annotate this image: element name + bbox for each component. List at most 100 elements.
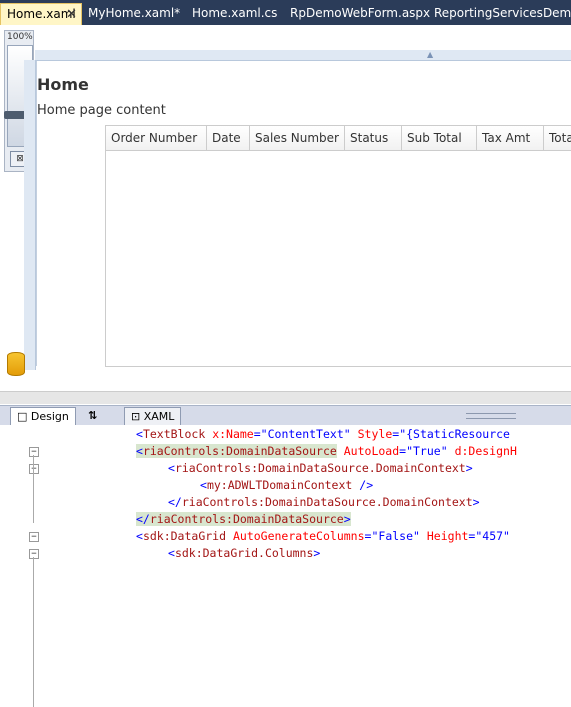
grid-header: Order Number Date Sales Number Status Su… xyxy=(106,126,571,151)
code-tag: <sdk:DataGrid xyxy=(136,529,226,543)
code-bracket: > xyxy=(465,461,473,475)
code-tag: <riaControls:DomainDataSource xyxy=(136,444,337,458)
code-attr-name: AutoLoad xyxy=(343,444,400,458)
code-bracket: /> xyxy=(352,478,374,492)
data-grid[interactable]: Order Number Date Sales Number Status Su… xyxy=(105,125,571,367)
code-tag-name: sdk:DataGrid.Columns xyxy=(174,546,314,560)
xaml-view-icon: ⊡ xyxy=(131,410,141,423)
page-canvas[interactable]: Home Home page content Order Number Date… xyxy=(36,61,571,367)
code-tag-name: TextBlock xyxy=(142,427,206,441)
column-header[interactable]: Sales Number xyxy=(250,126,345,150)
column-header[interactable]: Sub Total xyxy=(402,126,477,150)
fold-guide-line xyxy=(33,557,34,707)
code-line[interactable]: <sdk:DataGrid AutoGenerateColumns="False… xyxy=(136,528,510,545)
view-tab-bar: □ Design ⇅ ⊡ XAML xyxy=(0,405,571,426)
code-bracket: < xyxy=(168,546,175,560)
top-ruler: ▲ xyxy=(35,50,571,61)
code-attr-name: Height xyxy=(426,529,469,543)
tab-label: Home.xaml.cs xyxy=(192,6,278,20)
page-content-text: Home page content xyxy=(37,103,166,118)
code-bracket: > xyxy=(343,512,351,526)
column-header[interactable]: Date xyxy=(207,126,250,150)
code-line[interactable]: </riaControls:DomainDataSource.DomainCon… xyxy=(168,494,480,511)
close-icon[interactable]: ✕ xyxy=(66,4,77,25)
code-line[interactable]: <riaControls:DomainDataSource AutoLoad="… xyxy=(136,443,517,460)
code-attr-name: d:DesignH xyxy=(454,444,517,458)
swap-panes-button[interactable]: ⇅ xyxy=(82,407,103,425)
code-bracket: < xyxy=(136,427,143,441)
code-bracket: < xyxy=(136,529,143,543)
column-header[interactable]: Status xyxy=(345,126,402,150)
design-surface: 100% ⊠ ▲ Home Home page content Order Nu… xyxy=(0,25,571,405)
code-tag-name: riaControls:DomainDataSource xyxy=(142,444,337,458)
column-header[interactable]: Total xyxy=(544,126,571,150)
fold-guide-line xyxy=(33,455,34,523)
code-tag: <sdk:DataGrid.Columns xyxy=(168,546,313,560)
code-line[interactable]: <riaControls:DomainDataSource.DomainCont… xyxy=(168,460,473,477)
code-tag-name: riaControls:DomainDataSource.DomainConte… xyxy=(181,495,473,509)
fold-toggle-icon[interactable]: − xyxy=(29,532,39,542)
code-bracket: > xyxy=(472,495,480,509)
xaml-tab-label: XAML xyxy=(143,410,175,423)
code-attr-value: "True" xyxy=(406,444,448,458)
tab-label: RpDemoWebForm.aspx xyxy=(290,6,431,20)
code-attr-value: "False" xyxy=(371,529,420,543)
code-tag: </riaControls:DomainDataSource.DomainCon… xyxy=(168,495,473,509)
code-attr-name: x:Name xyxy=(212,427,254,441)
tab-xaml[interactable]: ⊡ XAML xyxy=(124,407,182,426)
tab-label: MyHome.xaml* xyxy=(88,6,181,20)
code-tag: </riaControls:DomainDataSource> xyxy=(136,512,351,526)
code-attr-name: Style xyxy=(357,427,393,441)
design-tab-label: Design xyxy=(30,410,69,423)
fold-toggle-icon[interactable]: − xyxy=(29,464,39,474)
code-tag-name: riaControls:DomainDataSource.DomainConte… xyxy=(174,461,466,475)
code-tag: <my:ADWLTDomainContext xyxy=(200,478,352,492)
tab-design[interactable]: □ Design xyxy=(10,407,76,426)
xaml-code-editor[interactable]: <TextBlock x:Name="ContentText" Style="{… xyxy=(0,425,571,707)
code-attr-value: "ContentText" xyxy=(260,427,351,441)
code-bracket: > xyxy=(313,546,321,560)
code-bracket: </ xyxy=(136,512,150,526)
horizontal-scrollbar[interactable] xyxy=(0,391,571,404)
database-icon[interactable] xyxy=(7,352,25,376)
tab-label: ReportingServicesDemoTestPage xyxy=(434,6,571,20)
code-bracket: < xyxy=(168,461,175,475)
code-equals: = xyxy=(253,427,261,441)
code-bracket: < xyxy=(200,478,207,492)
left-ruler xyxy=(24,60,36,370)
code-line[interactable]: </riaControls:DomainDataSource> xyxy=(136,511,351,528)
editor-gutter xyxy=(0,425,24,560)
fold-toggle-icon[interactable]: − xyxy=(29,549,39,559)
ruler-marker-icon: ▲ xyxy=(427,50,434,59)
tab-home-xaml-cs[interactable]: Home.xaml.cs xyxy=(186,3,277,24)
code-tag-name: my:ADWLTDomainContext xyxy=(206,478,353,492)
tab-home-xaml[interactable]: Home.xaml ✕ xyxy=(0,3,82,25)
code-tag: <TextBlock xyxy=(136,427,205,441)
code-line[interactable]: <sdk:DataGrid.Columns> xyxy=(168,545,320,562)
code-tag-name: sdk:DataGrid xyxy=(142,529,227,543)
design-view-icon: □ xyxy=(17,410,28,423)
column-header[interactable]: Order Number xyxy=(106,126,207,150)
code-attr-value: "{StaticResource xyxy=(399,427,510,441)
document-tab-strip: Home.xaml ✕ MyHome.xaml* Home.xaml.cs Rp… xyxy=(0,0,571,25)
code-line[interactable]: <TextBlock x:Name="ContentText" Style="{… xyxy=(136,426,510,443)
tab-rpdemowebform[interactable]: RpDemoWebForm.aspx xyxy=(284,3,430,24)
column-header[interactable]: Tax Amt xyxy=(477,126,544,150)
zoom-level: 100% xyxy=(7,32,33,42)
code-line[interactable]: <my:ADWLTDomainContext /> xyxy=(200,477,373,494)
fold-toggle-icon[interactable]: − xyxy=(29,447,39,457)
tab-myhome-xaml[interactable]: MyHome.xaml* xyxy=(82,3,180,24)
code-bracket: < xyxy=(136,444,143,458)
code-attr-value: "457" xyxy=(475,529,510,543)
code-attr-name: AutoGenerateColumns xyxy=(232,529,365,543)
code-tag: <riaControls:DomainDataSource.DomainCont… xyxy=(168,461,466,475)
pane-splitter[interactable] xyxy=(466,413,516,419)
code-bracket: </ xyxy=(168,495,182,509)
tab-reportingservices[interactable]: ReportingServicesDemoTestPage xyxy=(428,3,571,24)
page-title: Home xyxy=(37,75,89,94)
